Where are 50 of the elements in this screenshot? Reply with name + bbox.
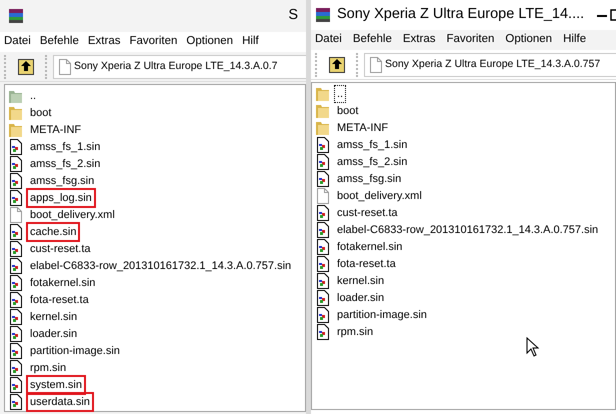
file-name[interactable]: boot <box>28 104 54 120</box>
file-name[interactable]: amss_fs_2.sin <box>335 154 410 170</box>
file-name[interactable]: amss_fs_1.sin <box>28 138 102 154</box>
file-name[interactable]: META-INF <box>335 120 390 136</box>
menu-item[interactable]: Optionen <box>505 31 552 49</box>
menu-item[interactable]: Datei <box>4 33 31 51</box>
window-title: S <box>288 6 298 26</box>
file-name[interactable]: userdata.sin <box>28 394 92 410</box>
menu-item[interactable]: Datei <box>315 31 342 49</box>
file-name[interactable]: boot <box>335 102 360 118</box>
file-name[interactable]: partition-image.sin <box>28 342 122 358</box>
file-name[interactable]: cache.sin <box>28 224 78 240</box>
file-name[interactable]: META-INF <box>28 122 84 138</box>
file-name[interactable]: fotakernel.sin <box>335 238 404 254</box>
file-name[interactable]: system.sin <box>28 376 84 392</box>
file-name[interactable]: cust-reset.ta <box>28 240 93 256</box>
file-name[interactable]: cust-reset.ta <box>335 204 400 220</box>
file-name[interactable]: amss_fsg.sin <box>28 172 96 188</box>
menu-item[interactable]: Hilfe <box>563 31 586 49</box>
file-name[interactable]: amss_fsg.sin <box>335 170 404 186</box>
file-name[interactable]: boot_delivery.xml <box>335 188 424 204</box>
file-name[interactable]: .. <box>28 88 38 104</box>
address-field[interactable]: Sony Xperia Z Ultra Europe LTE_14.3.A.0.757 <box>364 52 616 76</box>
file-name[interactable]: rpm.sin <box>28 360 68 376</box>
file-name[interactable]: fota-reset.ta <box>28 292 91 308</box>
file-name[interactable]: amss_fs_1.sin <box>335 136 410 152</box>
file-name[interactable]: partition-image.sin <box>335 306 429 322</box>
file-name[interactable]: kernel.sin <box>335 272 386 288</box>
file-name[interactable]: apps_log.sin <box>28 190 94 206</box>
file-name[interactable]: elabel-C6833-row_201310161732.1_14.3.A.0.757.sin <box>335 222 600 238</box>
menu-item[interactable]: Befehle <box>40 33 79 51</box>
file-name[interactable]: loader.sin <box>335 290 386 306</box>
file-name[interactable]: amss_fs_2.sin <box>28 156 102 172</box>
file-name[interactable]: kernel.sin <box>28 308 80 324</box>
file-name[interactable]: boot_delivery.xml <box>28 206 117 222</box>
file-name[interactable]: .. <box>335 86 346 102</box>
menu-item[interactable]: Optionen <box>186 33 234 51</box>
window-title: Sony Xperia Z Ultra Europe LTE_14.... <box>337 5 584 24</box>
address-field[interactable]: Sony Xperia Z Ultra Europe LTE_14.3.A.0.7 <box>53 54 306 78</box>
menu-item[interactable]: Befehle <box>352 31 392 49</box>
file-name[interactable]: elabel-C6833-row_201310161732.1_14.3.A.0.757.sin <box>28 258 294 274</box>
file-name[interactable]: rpm.sin <box>335 324 376 340</box>
menu-item[interactable]: Extras <box>88 33 120 51</box>
file-name[interactable]: fotakernel.sin <box>28 274 98 290</box>
menu-item[interactable]: Extras <box>402 31 436 49</box>
file-name[interactable]: loader.sin <box>28 326 80 342</box>
menu-item[interactable]: Favoriten <box>129 33 178 51</box>
menu-item[interactable]: Favoriten <box>446 31 494 49</box>
file-name[interactable]: fota-reset.ta <box>335 256 398 272</box>
menu-item[interactable]: Hilf <box>242 33 259 51</box>
